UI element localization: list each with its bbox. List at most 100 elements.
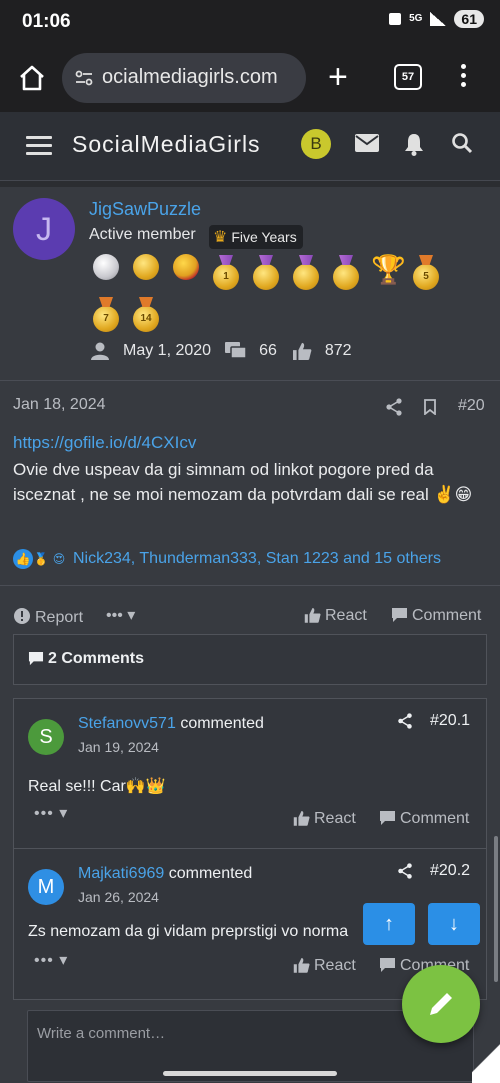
trophy-medal[interactable] (169, 254, 203, 293)
trophy-medal[interactable] (289, 255, 323, 293)
page-scrollbar[interactable] (494, 836, 498, 982)
section-divider (0, 380, 500, 381)
write-comment-placeholder: Write a comment… (37, 1025, 166, 1042)
member-avatar[interactable]: J (13, 198, 75, 260)
home-icon[interactable] (18, 64, 46, 92)
trophy-medal[interactable]: 7 (89, 297, 123, 335)
comment-react-button[interactable]: React (293, 957, 356, 975)
trophy-medal[interactable] (249, 255, 283, 293)
comment-reply-button[interactable]: Comment (379, 810, 469, 828)
post-link[interactable]: https://gofile.io/d/4CXIcv (13, 433, 196, 453)
love-reaction-icon: 😍 (52, 552, 66, 566)
react-button[interactable]: React (304, 607, 367, 625)
crown-icon: ♛ (213, 229, 228, 246)
comment-author-line: Stefanovv571 commented (78, 715, 264, 732)
trophy-medal[interactable]: 14 (129, 297, 163, 335)
member-name[interactable]: JigSawPuzzle (89, 199, 201, 220)
comments-count: 2 Comments (28, 650, 144, 668)
new-tab-button[interactable]: + (328, 60, 348, 94)
member-stats: May 1, 2020 66 872 (89, 342, 352, 360)
comment-icon (28, 651, 44, 666)
comment-author[interactable]: Stefanovv571 (78, 715, 176, 732)
comment-author-line: Majkati6969 commented (78, 865, 253, 882)
thumbs-up-icon (293, 958, 310, 973)
browser-toolbar: ocialmediagirls.com + 57 (0, 44, 500, 112)
five-years-badge: ♛ Five Years (209, 225, 303, 249)
medal-reaction-icon: 🥇 (33, 552, 49, 566)
share-icon[interactable] (385, 398, 403, 416)
comment-author[interactable]: Majkati6969 (78, 865, 164, 882)
header-divider (0, 181, 500, 187)
browser-menu-icon[interactable] (460, 64, 468, 91)
comment-item: S Stefanovv571 commented Jan 19, 2024 #2… (13, 698, 487, 850)
comment-more-button[interactable]: ••• ▾ (34, 803, 68, 823)
user-icon (91, 342, 109, 360)
more-options-button[interactable]: ••• ▾ (106, 605, 135, 625)
notification-icon (389, 13, 402, 25)
url-text: ocialmediagirls.com (102, 66, 278, 88)
comment-icon (380, 811, 395, 825)
section-divider (0, 585, 500, 586)
comment-number[interactable]: #20.1 (430, 712, 470, 730)
comment-button[interactable]: Comment (391, 607, 481, 625)
member-title: Active member (89, 226, 196, 243)
corner-fold-icon (472, 1035, 500, 1083)
network-label: 5G (409, 13, 423, 24)
post-date[interactable]: Jan 18, 2024 (13, 396, 106, 414)
address-bar[interactable]: ocialmediagirls.com (62, 53, 306, 103)
comment-date[interactable]: Jan 19, 2024 (78, 739, 159, 755)
comment-avatar[interactable]: M (28, 869, 64, 905)
thumbs-up-icon (293, 811, 310, 826)
mail-icon[interactable] (355, 134, 379, 152)
tab-switcher-button[interactable]: 57 (394, 64, 422, 90)
site-title[interactable]: SocialMediaGirls (72, 131, 261, 158)
trophy-list: 1 🏆 5 7 14 (89, 254, 469, 335)
scroll-down-button[interactable]: ↓ (428, 903, 480, 945)
post-body: Ovie dve uspeav da gi simnam od linkot p… (13, 460, 473, 504)
share-icon[interactable] (397, 863, 413, 879)
battery-indicator: 61 (454, 10, 484, 28)
reactions-bar[interactable]: 👍 🥇 😍 Nick234, Thunderman333, Stan 1223 … (13, 549, 441, 569)
hamburger-menu-icon[interactable] (26, 136, 52, 160)
comment-text: Zs nemozam da gi vidam preprstigi vo nor… (28, 923, 349, 940)
comment-number[interactable]: #20.2 (430, 862, 470, 880)
comment-icon (392, 608, 407, 622)
status-bar: 01:06 5G 61 (0, 0, 500, 44)
edit-fab-button[interactable] (402, 965, 480, 1043)
scroll-up-button[interactable]: ↑ (363, 903, 415, 945)
arrow-up-icon: ↑ (384, 913, 394, 935)
comment-avatar[interactable]: S (28, 719, 64, 755)
like-reaction-icon: 👍 (13, 549, 33, 569)
comment-more-button[interactable]: ••• ▾ (34, 950, 68, 970)
joined-date: May 1, 2020 (123, 342, 212, 359)
thumbs-up-icon (292, 342, 312, 360)
message-count: 66 (259, 342, 277, 359)
trophy-medal[interactable]: 1 (209, 255, 243, 293)
pencil-icon (430, 993, 452, 1015)
comment-text: Real se!!! Car🙌👑 (28, 778, 166, 795)
search-icon[interactable] (451, 132, 473, 154)
trophy-medal[interactable] (129, 254, 163, 293)
signal-icon (430, 12, 447, 26)
trophy-medal[interactable] (89, 254, 123, 293)
trophy-medal[interactable]: 5 (409, 255, 443, 293)
gesture-navigation-bar[interactable] (163, 1071, 337, 1076)
trophy-medal[interactable] (329, 255, 363, 293)
user-avatar[interactable]: B (301, 129, 331, 159)
post-number[interactable]: #20 (458, 397, 485, 415)
comment-react-button[interactable]: React (293, 810, 356, 828)
site-settings-icon[interactable] (74, 68, 94, 88)
trophy-cup-icon[interactable]: 🏆 (369, 255, 406, 293)
messages-icon (225, 342, 247, 359)
bell-icon[interactable] (403, 132, 425, 156)
status-time: 01:06 (22, 11, 71, 32)
status-icons: 5G 61 (389, 10, 484, 28)
report-button[interactable]: Report (13, 607, 83, 627)
comments-header[interactable]: 2 Comments (13, 634, 487, 685)
comment-date[interactable]: Jan 26, 2024 (78, 889, 159, 905)
reactions-summary[interactable]: Nick234, Thunderman333, Stan 1223 and 15… (73, 550, 441, 568)
share-icon[interactable] (397, 713, 413, 729)
thumbs-up-icon (304, 608, 321, 623)
badge-label: Five Years (231, 229, 297, 245)
bookmark-icon[interactable] (423, 399, 437, 415)
